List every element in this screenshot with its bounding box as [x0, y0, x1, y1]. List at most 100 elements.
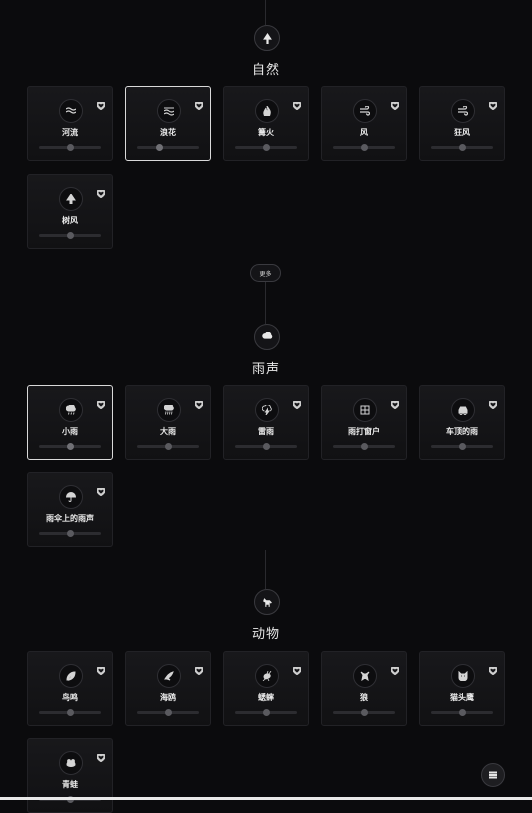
window-icon [360, 405, 370, 415]
sound-card[interactable]: 风 [321, 86, 407, 161]
volume-slider-handle[interactable] [263, 144, 270, 151]
sound-card[interactable]: 车顶的雨 [419, 385, 505, 460]
volume-slider-handle[interactable] [67, 530, 74, 537]
favorite-button[interactable] [96, 95, 106, 111]
favorite-button[interactable] [96, 394, 106, 410]
surf-icon [164, 107, 174, 116]
volume-slider-handle[interactable] [165, 443, 172, 450]
sound-icon-badge [255, 664, 279, 688]
favorite-button[interactable] [194, 95, 204, 111]
volume-slider[interactable] [333, 144, 395, 151]
sound-label: 狂风 [454, 128, 470, 137]
menu-button[interactable] [481, 763, 505, 787]
heart-icon [194, 400, 204, 410]
sound-card[interactable]: 鸟鸣 [27, 651, 113, 726]
favorite-button[interactable] [390, 394, 400, 410]
volume-slider[interactable] [137, 144, 199, 151]
favorite-button[interactable] [488, 394, 498, 410]
volume-slider-handle[interactable] [459, 709, 466, 716]
volume-slider[interactable] [39, 144, 101, 151]
favorite-button[interactable] [390, 660, 400, 676]
volume-slider-handle[interactable] [459, 443, 466, 450]
favorite-button[interactable] [96, 660, 106, 676]
sound-icon-badge [353, 398, 377, 422]
volume-slider-handle[interactable] [263, 443, 270, 450]
heart-icon [194, 101, 204, 111]
volume-slider[interactable] [431, 443, 493, 450]
favorite-button[interactable] [96, 481, 106, 497]
volume-slider-handle[interactable] [361, 443, 368, 450]
sound-label: 树风 [62, 216, 78, 225]
volume-slider-handle[interactable] [67, 144, 74, 151]
favorite-button[interactable] [194, 394, 204, 410]
favorite-button[interactable] [292, 394, 302, 410]
volume-slider[interactable] [333, 443, 395, 450]
sound-card[interactable]: 雨伞上的雨声 [27, 472, 113, 547]
volume-slider[interactable] [137, 443, 199, 450]
sound-card[interactable]: 浪花 [125, 86, 211, 161]
volume-slider[interactable] [235, 709, 297, 716]
favorite-button[interactable] [488, 95, 498, 111]
sound-icon-badge [157, 664, 181, 688]
volume-slider[interactable] [39, 709, 101, 716]
volume-slider-handle[interactable] [67, 709, 74, 716]
volume-slider[interactable] [431, 709, 493, 716]
section-connector-line [265, 0, 266, 25]
favorite-button[interactable] [292, 95, 302, 111]
sound-label: 小雨 [62, 427, 78, 436]
heart-icon [488, 400, 498, 410]
sound-icon-badge [59, 99, 83, 123]
sound-card[interactable]: 篝火 [223, 86, 309, 161]
volume-slider-handle[interactable] [361, 144, 368, 151]
volume-slider-handle[interactable] [263, 709, 270, 716]
volume-slider-handle[interactable] [165, 709, 172, 716]
sound-icon-badge [451, 664, 475, 688]
favorite-button[interactable] [194, 660, 204, 676]
cloud-rain-icon [261, 331, 272, 339]
frog-icon [66, 759, 76, 767]
sound-icon-badge [451, 99, 475, 123]
sound-card[interactable]: 海鸥 [125, 651, 211, 726]
volume-slider-handle[interactable] [67, 232, 74, 239]
volume-slider-handle[interactable] [459, 144, 466, 151]
sound-card[interactable]: 蟋蟀 [223, 651, 309, 726]
section-title: 动物 [251, 627, 280, 642]
sound-card[interactable]: 雨打窗户 [321, 385, 407, 460]
favorite-button[interactable] [292, 660, 302, 676]
volume-slider[interactable] [431, 144, 493, 151]
sound-icon-badge [59, 485, 83, 509]
volume-slider[interactable] [39, 530, 101, 537]
sound-card[interactable]: 狼 [321, 651, 407, 726]
favorite-button[interactable] [488, 660, 498, 676]
favorite-button[interactable] [96, 747, 106, 763]
wolf-icon [360, 671, 370, 681]
heart-icon [390, 666, 400, 676]
heart-icon [390, 101, 400, 111]
bird-icon [164, 671, 174, 681]
heart-icon [96, 400, 106, 410]
volume-slider[interactable] [39, 443, 101, 450]
sound-card[interactable]: 青蛙 [27, 738, 113, 813]
sound-card[interactable]: 树风 [27, 174, 113, 249]
favorite-button[interactable] [390, 95, 400, 111]
sound-icon-badge [353, 99, 377, 123]
sound-card[interactable]: 雷雨 [223, 385, 309, 460]
volume-slider-handle[interactable] [155, 144, 163, 151]
sound-card[interactable]: 猫头鹰 [419, 651, 505, 726]
heart-icon [488, 101, 498, 111]
sound-card[interactable]: 狂风 [419, 86, 505, 161]
sound-card[interactable]: 河流 [27, 86, 113, 161]
sound-card[interactable]: 小雨 [27, 385, 113, 460]
favorite-button[interactable] [96, 183, 106, 199]
volume-slider[interactable] [235, 144, 297, 151]
volume-slider[interactable] [333, 709, 395, 716]
volume-slider-handle[interactable] [67, 443, 74, 450]
heart-icon [194, 666, 204, 676]
sound-card[interactable]: 大雨 [125, 385, 211, 460]
volume-slider-handle[interactable] [361, 709, 368, 716]
volume-slider[interactable] [39, 232, 101, 239]
more-button[interactable]: 更多 [250, 264, 281, 282]
volume-slider[interactable] [235, 443, 297, 450]
volume-slider[interactable] [137, 709, 199, 716]
section-connector-line [265, 282, 266, 324]
